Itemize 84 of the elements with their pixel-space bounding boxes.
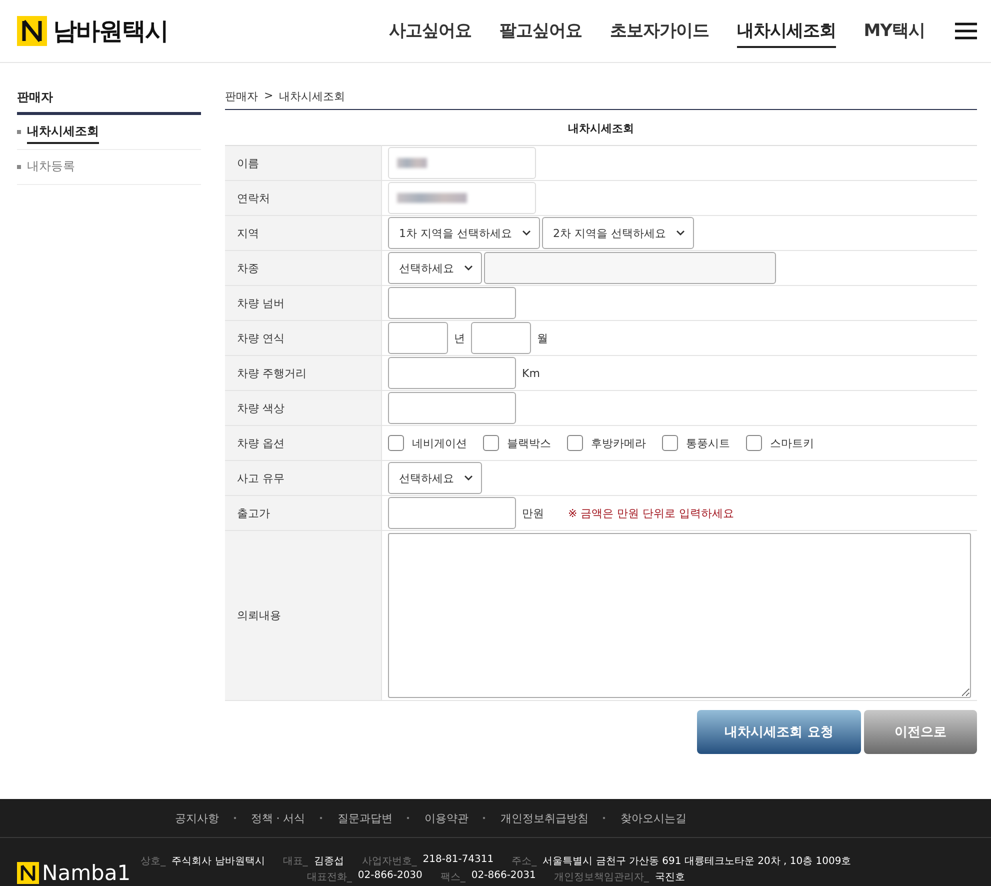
info-label: 팩스_ (440, 871, 466, 884)
breadcrumb-separator: > (264, 89, 274, 104)
input-field[interactable] (388, 322, 448, 354)
bullet-icon (17, 130, 21, 134)
blurred-value (397, 193, 467, 203)
breadcrumb-item[interactable]: 판매자 (225, 89, 258, 104)
logo-icon (17, 16, 47, 46)
input-field[interactable] (388, 392, 516, 424)
checkbox[interactable] (388, 435, 404, 451)
checkbox-label: 스마트키 (770, 436, 814, 450)
info-label: 대표전화_ (306, 871, 352, 884)
info-value: 김종섭 (314, 855, 344, 868)
unit-label: 년 (454, 330, 465, 346)
sidebar-item[interactable]: 내차시세조회 (27, 120, 99, 144)
checkbox[interactable] (567, 435, 583, 451)
bullet-icon (17, 165, 21, 169)
sidebar-title: 판매자 (17, 87, 201, 115)
nav-link[interactable]: 초보자가이드 (610, 14, 709, 48)
field-label: 출고가 (225, 496, 382, 530)
field-label: 차종 (225, 250, 382, 286)
checkbox-label: 후방카메라 (591, 436, 646, 450)
info-value: 218-81-74311 (422, 854, 494, 867)
footer-link[interactable]: 공지사항 (174, 810, 219, 826)
checkbox-label: 통풍시트 (686, 436, 730, 450)
caret-icon (676, 230, 685, 236)
sidebar-item[interactable]: 내차등록 (27, 156, 75, 178)
info-label: 개인정보책임관리자_ (554, 871, 649, 884)
input-field[interactable] (484, 252, 776, 284)
checkbox[interactable] (662, 435, 678, 451)
field-label: 차량 색상 (225, 390, 382, 426)
caret-icon (464, 265, 473, 271)
info-label: 사업자번호_ (362, 855, 417, 868)
field-label: 이름 (225, 146, 382, 180)
field-label: 차량 넘버 (225, 286, 382, 320)
field-label: 의뢰내용 (225, 530, 382, 700)
footer-link[interactable]: 이용약관 (424, 810, 468, 826)
checkbox[interactable] (483, 435, 499, 451)
field-label: 지역 (225, 216, 382, 250)
footer-logo-text: Namba1 (42, 863, 131, 884)
info-label: 대표_ (282, 855, 308, 868)
breadcrumb-item[interactable]: 내차시세조회 (279, 89, 346, 104)
input-field[interactable] (388, 497, 516, 529)
field-label: 차량 옵션 (225, 426, 382, 460)
unit-label: 만원 (522, 506, 544, 520)
notice-text: ※ 금액은 만원 단위로 입력하세요 (568, 506, 734, 520)
footer-link[interactable]: 정책 · 서식 (250, 810, 306, 826)
footer-logo-icon (17, 862, 39, 884)
menu-icon[interactable] (955, 22, 977, 40)
footer-link[interactable]: 질문과답변 (337, 810, 392, 826)
caret-icon (464, 475, 473, 481)
nav-link[interactable]: 사고싶어요 (388, 14, 472, 48)
info-value: 02-866-2031 (471, 870, 536, 883)
info-value: 서울특별시 금천구 가산동 691 대륭테크노타운 20차 , 10층 1009호 (542, 855, 852, 868)
dropdown[interactable]: 선택하세요 (388, 462, 482, 494)
unit-label: 월 (537, 330, 548, 346)
footer-link[interactable]: 개인정보취급방침 (500, 810, 588, 826)
dropdown[interactable]: 2차 지역을 선택하세요 (542, 217, 694, 249)
nav-link[interactable]: 내차시세조회 (736, 14, 836, 48)
info-value: 02-866-2030 (358, 870, 422, 883)
field-label: 차량 주행거리 (225, 356, 382, 390)
form-title: 내차시세조회 (567, 121, 635, 137)
input-field[interactable] (471, 322, 531, 354)
nav-link[interactable]: MY택시 (864, 14, 925, 48)
checkbox[interactable] (746, 435, 762, 451)
checkbox-label: 네비게이션 (412, 436, 467, 450)
blurred-value (397, 158, 427, 168)
info-label: 상호_ (140, 855, 166, 868)
field-label: 연락처 (225, 180, 382, 216)
input-field[interactable] (388, 357, 516, 389)
field-label: 사고 유무 (225, 460, 382, 496)
footer-link[interactable]: 찾아오시는길 (620, 810, 686, 826)
caret-icon (522, 230, 531, 236)
logo-text[interactable]: 남바원택시 (53, 15, 168, 47)
field-label: 차량 연식 (225, 320, 382, 356)
input-field[interactable] (388, 287, 516, 319)
info-value: 주식회사 남바원택시 (172, 855, 265, 868)
submit-button[interactable]: 내차시세조회 요청 (697, 710, 861, 754)
info-value: 국진호 (654, 871, 685, 884)
dropdown[interactable]: 선택하세요 (388, 252, 482, 284)
unit-label: Km (522, 366, 540, 380)
nav-link[interactable]: 팔고싶어요 (499, 14, 582, 48)
checkbox-label: 블랙박스 (507, 436, 551, 450)
info-label: 주소_ (512, 855, 537, 868)
dropdown[interactable]: 1차 지역을 선택하세요 (388, 217, 540, 249)
